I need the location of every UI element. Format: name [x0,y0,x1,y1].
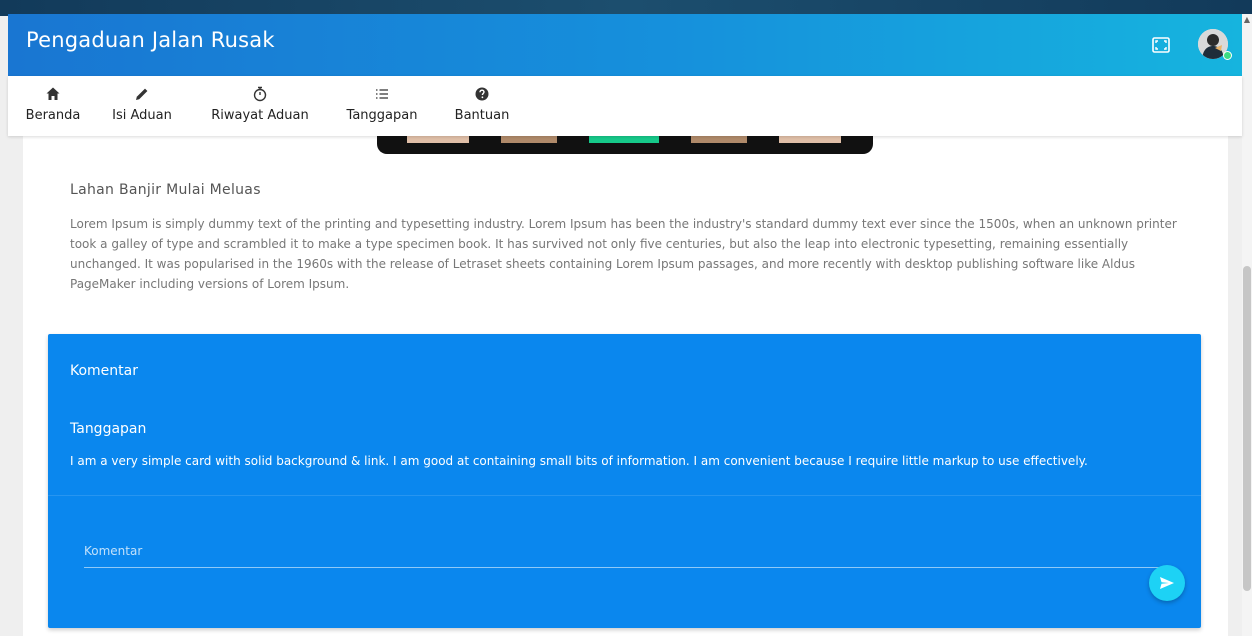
send-button[interactable] [1149,565,1185,601]
nav-item-riwayat-aduan[interactable]: Riwayat Aduan [206,86,314,130]
home-icon [46,87,60,100]
card-divider [48,495,1201,496]
post-body: Lorem Ipsum is simply dummy text of the … [70,217,1177,291]
nav-item-tanggapan[interactable]: Tanggapan [342,86,422,130]
nav-item-isi-aduan[interactable]: Isi Aduan [106,86,178,130]
reply-title: Tanggapan [70,421,147,437]
comment-input[interactable] [84,534,1164,568]
post-title: Lahan Banjir Mulai Meluas [70,182,261,198]
scroll-up-icon[interactable]: ▲ [1243,16,1251,24]
nav-label: Tanggapan [346,108,418,123]
nav-bar: Beranda Isi Aduan Riwayat Aduan Tanggapa… [8,76,1242,136]
nav-item-bantuan[interactable]: Bantuan [452,86,512,130]
nav-label: Isi Aduan [112,108,172,123]
app-bar: Pengaduan Jalan Rusak [8,14,1242,76]
fullscreen-icon[interactable] [1150,34,1172,56]
reply-text: I am a very simple card with solid backg… [70,454,1088,468]
scrollbar-thumb[interactable] [1243,266,1251,591]
comment-card-title: Komentar [70,363,138,379]
nav-item-beranda[interactable]: Beranda [26,86,80,130]
app-title: Pengaduan Jalan Rusak [26,28,275,52]
comment-card: Komentar Tanggapan I am a very simple ca… [48,334,1201,628]
nav-label: Beranda [25,108,81,123]
help-icon [475,87,489,101]
send-icon [1160,577,1174,589]
online-status-dot [1223,51,1232,60]
list-icon [376,89,388,99]
post-image [377,136,873,154]
nav-label: Bantuan [454,108,510,123]
pencil-icon [136,88,148,100]
stopwatch-icon [253,86,267,102]
nav-label: Riwayat Aduan [211,108,309,123]
